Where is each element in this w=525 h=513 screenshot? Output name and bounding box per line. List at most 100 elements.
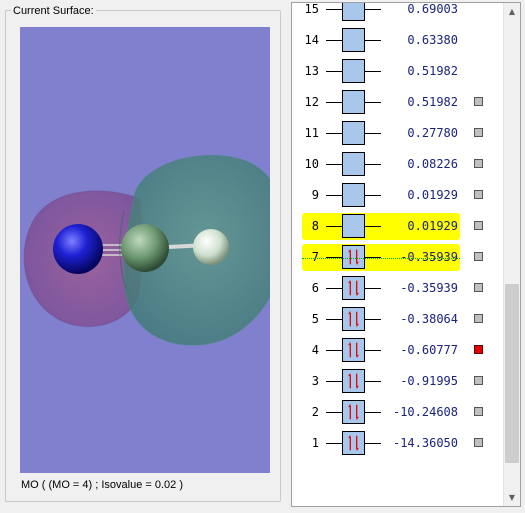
level-line-right xyxy=(365,319,381,320)
orbital-box[interactable] xyxy=(342,431,365,455)
level-line-left xyxy=(326,381,342,382)
mo-level-row[interactable]: 11 0.27780 xyxy=(292,118,504,149)
mo-level-row[interactable]: 8 0.01929 xyxy=(292,211,504,242)
electron-pair-icon xyxy=(348,434,359,452)
mo-energy: 0.51982 xyxy=(407,64,458,78)
mo-number: 2 xyxy=(311,405,319,419)
orbital-box[interactable] xyxy=(342,307,365,331)
mo-level-row[interactable]: 5 -0.38064 xyxy=(292,304,504,335)
level-line-right xyxy=(365,9,381,10)
orbital-box[interactable] xyxy=(342,90,365,114)
level-line-left xyxy=(326,350,342,351)
orbital-box[interactable] xyxy=(342,276,365,300)
electron-pair-icon xyxy=(348,403,359,421)
orbital-box[interactable] xyxy=(342,28,365,52)
electron-pair-icon xyxy=(348,341,359,359)
electron-pair-icon xyxy=(348,248,359,266)
hydrogen-atom xyxy=(193,229,229,265)
scroll-thumb[interactable] xyxy=(505,283,519,463)
mo-level-row[interactable]: 2 -10.24608 xyxy=(292,397,504,428)
mo-level-row[interactable]: 12 0.51982 xyxy=(292,87,504,118)
level-line-right xyxy=(365,133,381,134)
mo-energy: -0.38064 xyxy=(400,312,458,326)
mo-energy: -10.24608 xyxy=(392,405,458,419)
surface-marker[interactable] xyxy=(474,283,483,292)
level-line-left xyxy=(326,226,342,227)
mo-level-row[interactable]: 15 0.69003 xyxy=(292,2,504,25)
orbital-box[interactable] xyxy=(342,3,365,21)
mo-number: 6 xyxy=(311,281,319,295)
level-line-right xyxy=(365,381,381,382)
molecule-viewport[interactable] xyxy=(20,27,270,473)
mo-number: 5 xyxy=(311,312,319,326)
vertical-scrollbar[interactable]: ▲ ▼ xyxy=(503,3,520,506)
orbital-box[interactable] xyxy=(342,369,365,393)
mo-level-row[interactable]: 3 -0.91995 xyxy=(292,366,504,397)
orbital-box[interactable] xyxy=(342,245,365,269)
nitrogen-atom xyxy=(53,224,103,274)
level-line-left xyxy=(326,71,342,72)
electron-pair-icon xyxy=(348,279,359,297)
mo-level-row[interactable]: 6 -0.35939 xyxy=(292,273,504,304)
mo-energy: -0.35939 xyxy=(400,250,458,264)
orbital-box[interactable] xyxy=(342,400,365,424)
mo-level-row[interactable]: 13 0.51982 xyxy=(292,56,504,87)
mo-number: 9 xyxy=(311,188,319,202)
level-line-right xyxy=(365,443,381,444)
mo-number: 3 xyxy=(311,374,319,388)
mo-energy: 0.08226 xyxy=(407,157,458,171)
scroll-up-arrow-icon[interactable]: ▲ xyxy=(504,3,520,20)
surface-marker[interactable] xyxy=(474,376,483,385)
surface-marker[interactable] xyxy=(474,407,483,416)
surface-marker[interactable] xyxy=(474,128,483,137)
level-line-left xyxy=(326,195,342,196)
mo-energy: 0.51982 xyxy=(407,95,458,109)
mo-energy: -0.60777 xyxy=(400,343,458,357)
level-line-right xyxy=(365,40,381,41)
orbital-box[interactable] xyxy=(342,214,365,238)
mo-level-row[interactable]: 1 -14.36050 xyxy=(292,428,504,459)
molecule-render xyxy=(23,154,270,346)
mo-number: 7 xyxy=(311,250,319,264)
mo-energy: -0.91995 xyxy=(400,374,458,388)
orbital-box[interactable] xyxy=(342,152,365,176)
carbon-atom xyxy=(121,224,169,272)
mo-level-row[interactable]: 4 -0.60777 xyxy=(292,335,504,366)
surface-marker[interactable] xyxy=(474,438,483,447)
orbital-box[interactable] xyxy=(342,338,365,362)
mo-number: 14 xyxy=(304,33,319,47)
mo-energy: -0.35939 xyxy=(400,281,458,295)
mo-number: 15 xyxy=(304,2,319,16)
surface-marker[interactable] xyxy=(474,221,483,230)
mo-diagram-panel[interactable]: 15 0.69003 14 0.63380 13 0.51982 12 0.51982 11 0.… xyxy=(291,2,521,507)
level-line-left xyxy=(326,9,342,10)
surface-marker[interactable] xyxy=(474,159,483,168)
mo-level-row[interactable]: 14 0.63380 xyxy=(292,25,504,56)
orbital-box[interactable] xyxy=(342,183,365,207)
level-line-left xyxy=(326,164,342,165)
level-line-right xyxy=(365,71,381,72)
surface-marker[interactable] xyxy=(474,97,483,106)
surface-marker-active[interactable] xyxy=(474,345,483,354)
surface-marker[interactable] xyxy=(474,190,483,199)
level-line-right xyxy=(365,412,381,413)
surface-marker[interactable] xyxy=(474,252,483,261)
mo-level-row[interactable]: 9 0.01929 xyxy=(292,180,504,211)
orbital-box[interactable] xyxy=(342,59,365,83)
surface-marker[interactable] xyxy=(474,314,483,323)
mo-number: 1 xyxy=(311,436,319,450)
orbital-box[interactable] xyxy=(342,121,365,145)
level-line-right xyxy=(365,102,381,103)
isovalue-status: MO ( (MO = 4) ; Isovalue = 0.02 ) xyxy=(21,479,183,491)
level-line-left xyxy=(326,133,342,134)
level-line-left xyxy=(326,412,342,413)
mo-level-row[interactable]: 10 0.08226 xyxy=(292,149,504,180)
homo-lumo-gap-line xyxy=(302,258,460,259)
level-line-left xyxy=(326,288,342,289)
level-line-right xyxy=(365,226,381,227)
level-line-left xyxy=(326,40,342,41)
electron-pair-icon xyxy=(348,310,359,328)
mo-number: 8 xyxy=(311,219,319,233)
scroll-down-arrow-icon[interactable]: ▼ xyxy=(504,489,520,506)
mo-number: 12 xyxy=(304,95,319,109)
